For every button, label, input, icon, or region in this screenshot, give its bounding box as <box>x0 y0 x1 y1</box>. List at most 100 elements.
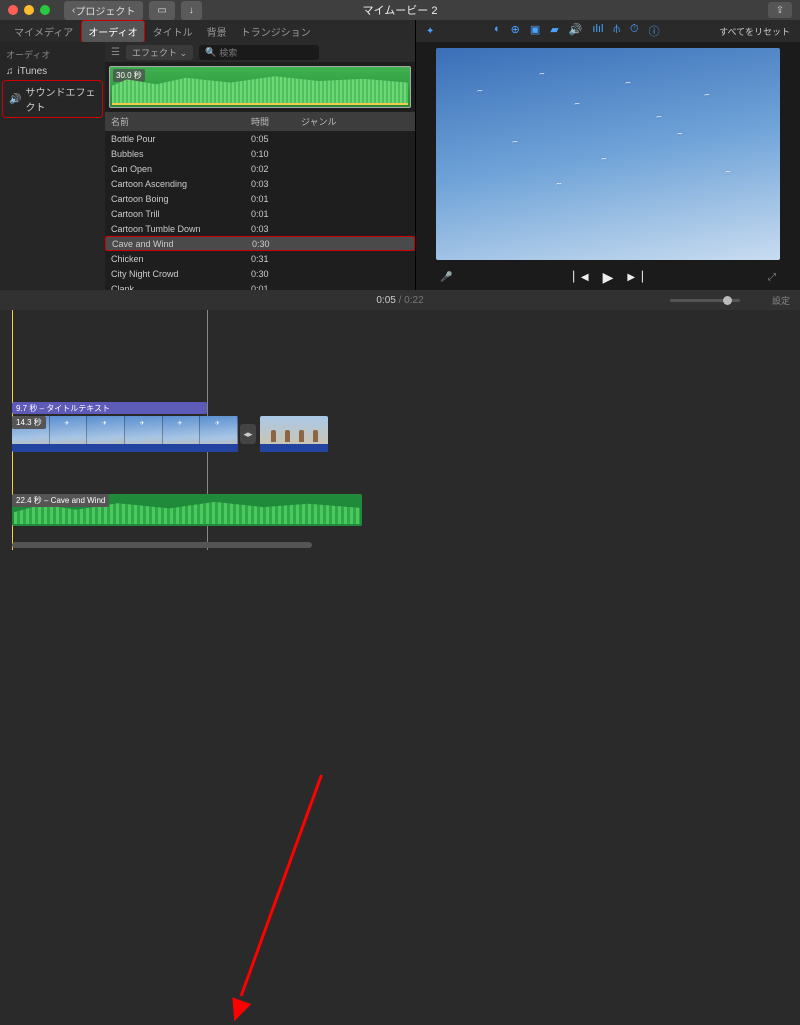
table-row[interactable]: Chicken0:31 <box>105 251 415 266</box>
cell-time: 0:03 <box>245 224 295 234</box>
volume-icon[interactable]: 🔊 <box>569 23 583 39</box>
waveform-shape <box>112 73 408 105</box>
cell-time: 0:30 <box>245 269 295 279</box>
info-icon[interactable]: ⓘ <box>649 23 660 39</box>
audio-list-area: ☰ エフェクト ⌄ 🔍検索 30.0 秒 名前 時間 ジャンル Bottle P… <box>105 42 415 290</box>
cell-time: 0:01 <box>245 209 295 219</box>
tab-mymedia[interactable]: マイメディア <box>8 21 79 42</box>
settings-button[interactable]: 設定 <box>772 294 790 307</box>
browser-tabs: マイメディア オーディオ タイトル 背景 トランジション <box>0 20 415 42</box>
clip-audio-wave <box>12 444 238 452</box>
zoom-slider[interactable] <box>670 299 740 302</box>
close-icon[interactable] <box>8 5 18 15</box>
search-input[interactable]: 🔍検索 <box>199 45 319 60</box>
list-toolbar: ☰ エフェクト ⌄ 🔍検索 <box>105 42 415 62</box>
cell-name: Cartoon Boing <box>105 194 245 204</box>
tab-audio[interactable]: オーディオ <box>81 20 144 43</box>
cell-name: Bottle Pour <box>105 134 245 144</box>
cell-name: Can Open <box>105 164 245 174</box>
minimize-icon[interactable] <box>24 5 34 15</box>
play-button[interactable]: ▶ <box>603 269 614 286</box>
title-clip[interactable]: 9.7 秒 – タイトルテキスト <box>12 402 207 414</box>
table-row[interactable]: Cartoon Ascending0:03 <box>105 176 415 191</box>
cell-time: 0:10 <box>245 149 295 159</box>
adjust-icons: ◐ ⊕ ▣ ▰ 🔊 ılıl ⫛ ⏱ ⓘ <box>494 23 660 39</box>
playhead-time: 0:05 / 0:22 <box>376 295 423 306</box>
audio-sidebar: オーディオ ♫iTunes 🔊サウンドエフェクト <box>0 42 105 290</box>
timeline[interactable]: 9.7 秒 – タイトルテキスト 14.3 秒 ◂▸ 22.4 秒 – Cave… <box>0 310 800 550</box>
video-duration-badge: 14.3 秒 <box>12 416 46 429</box>
view-toggle-button[interactable]: ▭ <box>149 1 174 20</box>
cell-name: City Night Crowd <box>105 269 245 279</box>
cell-time: 0:01 <box>245 194 295 204</box>
col-genre[interactable]: ジャンル <box>295 112 415 131</box>
reset-all-button[interactable]: すべてをリセット <box>719 25 790 38</box>
media-browser: マイメディア オーディオ タイトル 背景 トランジション オーディオ ♫iTun… <box>0 20 416 290</box>
cell-time: 0:31 <box>245 254 295 264</box>
table-row[interactable]: Cartoon Trill0:01 <box>105 206 415 221</box>
window-title: マイムービー 2 <box>363 2 438 18</box>
tab-backgrounds[interactable]: 背景 <box>201 21 233 42</box>
library-icon: ☰ <box>111 47 120 58</box>
color-correction-icon[interactable]: ⊕ <box>511 23 520 39</box>
video-clip[interactable] <box>12 416 238 452</box>
table-row[interactable]: Bubbles0:10 <box>105 146 415 161</box>
video-clip-2[interactable] <box>260 416 328 452</box>
table-row[interactable]: Bottle Pour0:05 <box>105 131 415 146</box>
noise-icon[interactable]: ılıl <box>592 23 603 39</box>
cell-time: 0:05 <box>245 134 295 144</box>
mic-icon[interactable]: 🎤 <box>440 272 452 283</box>
waveform-preview[interactable]: 30.0 秒 <box>109 66 411 108</box>
speed-icon[interactable]: ⏱ <box>630 23 639 39</box>
table-row[interactable]: City Night Crowd0:30 <box>105 266 415 281</box>
table-row[interactable]: Cartoon Tumble Down0:03 <box>105 221 415 236</box>
effects-dropdown[interactable]: エフェクト ⌄ <box>126 45 193 60</box>
audio-rows: Bottle Pour0:05Bubbles0:10Can Open0:02Ca… <box>105 131 415 290</box>
back-to-projects-button[interactable]: ‹ プロジェクト <box>64 1 143 20</box>
dd-label: エフェクト <box>132 48 177 58</box>
preview-pane: ✦ ◐ ⊕ ▣ ▰ 🔊 ılıl ⫛ ⏱ ⓘ すべてをリセット ~ ~ ~ ~ … <box>416 20 800 290</box>
sidebar-item-sound-effects[interactable]: 🔊サウンドエフェクト <box>2 80 103 118</box>
table-row[interactable]: Cartoon Boing0:01 <box>105 191 415 206</box>
eq-icon[interactable]: ⫛ <box>613 23 620 39</box>
back-label: プロジェクト <box>75 3 135 18</box>
cell-time: 0:03 <box>245 179 295 189</box>
tab-titles[interactable]: タイトル <box>147 21 199 42</box>
cell-time: 0:02 <box>245 164 295 174</box>
next-button[interactable]: ▶▕ <box>627 272 642 283</box>
titlebar: ‹ プロジェクト ▭ ↓ マイムービー 2 ⇪ <box>0 0 800 20</box>
cell-name: Cartoon Ascending <box>105 179 245 189</box>
col-time[interactable]: 時間 <box>245 112 295 131</box>
transition-handle[interactable]: ◂▸ <box>240 424 256 444</box>
prev-button[interactable]: ▏◀ <box>573 272 588 283</box>
table-row[interactable]: Can Open0:02 <box>105 161 415 176</box>
audio-clip-badge: 22.4 秒 – Cave and Wind <box>12 494 109 507</box>
search-placeholder: 検索 <box>219 46 237 59</box>
import-button[interactable]: ↓ <box>181 1 202 20</box>
cell-name: Cartoon Trill <box>105 209 245 219</box>
stabilize-icon[interactable]: ▰ <box>550 23 558 39</box>
table-row[interactable]: Cave and Wind0:30 <box>105 236 415 251</box>
preview-video[interactable]: ~ ~ ~ ~ ~ ~ ~ ~ ~ ~ ~ <box>436 48 780 260</box>
time-current: 0:05 <box>376 295 395 306</box>
tab-transitions[interactable]: トランジション <box>235 21 317 42</box>
sidebar-item-itunes[interactable]: ♫iTunes <box>0 63 105 80</box>
window-controls[interactable] <box>8 5 50 15</box>
cell-name: Bubbles <box>105 149 245 159</box>
share-icon: ⇪ <box>776 5 784 16</box>
column-headers: 名前 時間 ジャンル <box>105 112 415 131</box>
maximize-icon[interactable] <box>40 5 50 15</box>
crop-icon[interactable]: ▣ <box>530 23 540 39</box>
wand-icon[interactable]: ✦ <box>426 26 434 37</box>
cell-name: Cave and Wind <box>106 239 246 249</box>
music-icon: ♫ <box>6 66 14 77</box>
col-name[interactable]: 名前 <box>105 112 245 131</box>
fullscreen-icon[interactable]: ⤢ <box>768 272 776 283</box>
speaker-icon: 🔊 <box>9 94 21 105</box>
share-button[interactable]: ⇪ <box>768 2 792 18</box>
playback-controls: 🎤 ▏◀ ▶ ▶▕ ⤢ <box>416 264 800 290</box>
table-row[interactable]: Clank0:01 <box>105 281 415 290</box>
timeline-scrollbar[interactable] <box>12 542 312 548</box>
color-balance-icon[interactable]: ◐ <box>494 23 501 39</box>
cell-time: 0:30 <box>246 239 296 249</box>
